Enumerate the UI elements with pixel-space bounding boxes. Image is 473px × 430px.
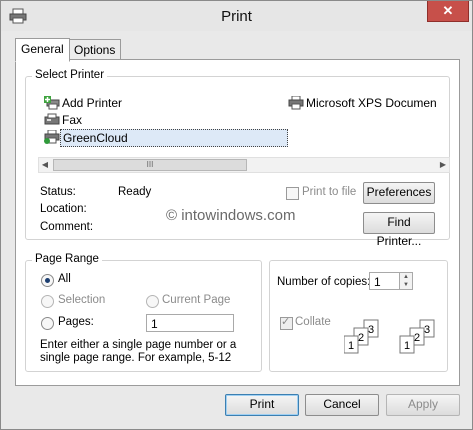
scroll-right-icon[interactable]: ▶ [437,158,449,172]
all-label: All [58,273,71,285]
pages-radio[interactable] [41,317,54,330]
collate-digit: 2 [414,332,420,344]
copies-stepper[interactable]: ▲ ▼ [400,272,413,290]
current-page-label: Current Page [162,294,231,306]
fax-icon [44,113,60,125]
select-printer-label: Select Printer [32,69,108,81]
window-title: Print [221,8,252,25]
number-of-copies-label: Number of copies: [277,276,371,288]
cancel-button[interactable]: Cancel [305,394,379,416]
collate-digit: 1 [348,340,354,352]
collate-digit: 2 [358,332,364,344]
page-range-hint: Enter either a single page number or a s… [40,339,237,364]
grip-icon: III [146,160,154,169]
watermark: © intowindows.com [166,207,296,224]
pages-input[interactable]: 1 [146,314,234,332]
collate-checkbox[interactable] [280,315,293,330]
print-to-file-checkbox[interactable] [286,187,299,200]
all-radio[interactable] [41,274,54,287]
collate-pages-icon: 3 2 1 3 2 1 [344,319,435,354]
tab-options[interactable]: Options [68,39,122,61]
spin-up-icon[interactable]: ▲ [400,273,412,281]
page-range-label: Page Range [32,253,102,265]
preferences-button[interactable]: Preferences [363,182,435,204]
printer-icon [288,96,304,110]
scroll-left-icon[interactable]: ◀ [39,158,51,172]
print-button[interactable]: Print [225,394,299,416]
print-dialog: Print ✕ General Options Select Printer A… [0,0,473,430]
copies-input[interactable]: 1 [369,272,400,290]
selection-radio[interactable] [41,295,54,308]
print-to-file-label: Print to file [302,186,357,198]
find-printer-button[interactable]: Find Printer... [363,212,435,248]
title-bar[interactable]: Print ✕ [1,1,472,31]
pages-label: Pages: [58,316,94,328]
apply-button[interactable]: Apply [386,394,460,416]
collate-label: Collate [295,316,331,328]
close-icon: ✕ [442,3,454,18]
printer-icon [44,130,60,144]
status-label: Status: [40,186,76,198]
scrollbar-thumb[interactable]: III [53,159,247,171]
collate-digit: 1 [404,340,410,352]
comment-label: Comment: [40,221,94,233]
collate-digit: 3 [424,324,430,336]
collate-digit: 3 [368,324,374,336]
add-printer-icon [44,96,60,110]
printer-list[interactable]: Add Printer Microsoft XPS Documen Fax Gr… [38,93,448,151]
status-value: Ready [118,186,152,198]
printer-list-scrollbar[interactable]: ◀ III ▶ [38,157,450,173]
spin-down-icon[interactable]: ▼ [400,281,412,289]
current-page-radio[interactable] [146,295,159,308]
selection-label: Selection [58,294,106,306]
tab-general[interactable]: General [15,38,70,62]
close-button[interactable]: ✕ [427,1,469,22]
location-label: Location: [40,203,87,215]
